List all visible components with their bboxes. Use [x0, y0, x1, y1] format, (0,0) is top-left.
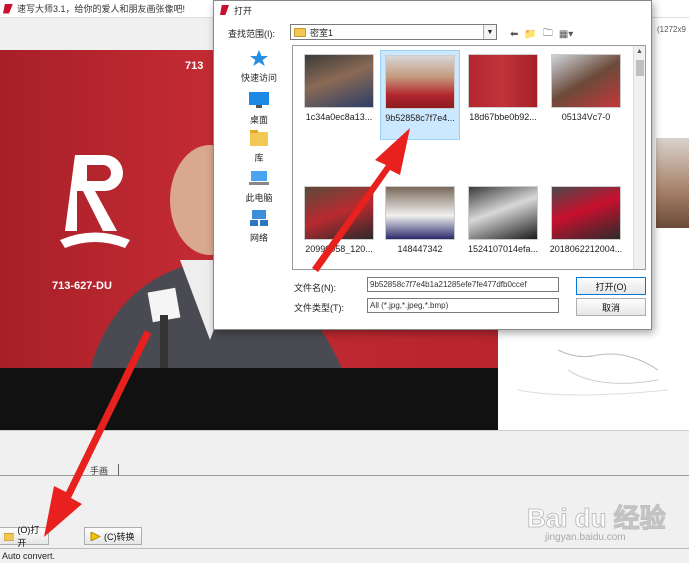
- place-label: 桌面: [249, 115, 268, 125]
- file-name: 05134Vc7-0: [561, 112, 611, 122]
- file-thumbnail: [304, 186, 374, 240]
- dialog-titlebar[interactable]: 打开: [214, 1, 651, 19]
- file-name: 18d67bbe0b92...: [469, 112, 537, 122]
- computer-icon: [249, 171, 269, 185]
- up-folder-icon[interactable]: 📁: [524, 29, 536, 40]
- chevron-down-icon[interactable]: ▼: [483, 25, 496, 39]
- look-in-combo[interactable]: 密室1 ▼: [290, 24, 497, 40]
- file-item[interactable]: 18d67bbe0b92...: [463, 50, 543, 140]
- folder-icon: [294, 27, 306, 37]
- watermark-subtext: jingyan.baidu.com: [545, 532, 626, 543]
- place-label: 此电脑: [245, 193, 273, 203]
- view-menu-icon[interactable]: ▦▾: [559, 29, 573, 40]
- file-item[interactable]: 20990058_120...: [299, 182, 379, 269]
- baidu-watermark: Bai du 经验 jingyan.baidu.com: [527, 496, 687, 552]
- app-window: 速写大师3.1，给你的爱人和朋友画张像吧! 713-627-DU 713 (12…: [0, 0, 689, 563]
- look-in-value: 密室1: [310, 27, 334, 38]
- sketch-preview: [498, 330, 689, 430]
- dialog-nav-toolbar: ⬅ 📁 🗀 ▦▾: [510, 26, 573, 43]
- place-network[interactable]: 网络: [226, 209, 292, 244]
- file-item[interactable]: 148447342: [380, 182, 460, 269]
- file-list: 1c34a0ec8a13... 9b52858c7f7e4... 18d67bb…: [292, 45, 646, 270]
- place-quick-access[interactable]: 快速访问: [226, 49, 292, 84]
- back-icon[interactable]: ⬅: [510, 29, 518, 40]
- network-icon: [250, 210, 268, 226]
- place-desktop[interactable]: 桌面: [226, 91, 292, 126]
- open-file-dialog: 打开 查找范围(I): 密室1 ▼ ⬅ 📁 🗀 ▦▾ 快速访问 桌面 库 此电脑…: [213, 0, 652, 330]
- star-icon: [250, 50, 268, 66]
- desktop-icon: [249, 92, 269, 108]
- file-type-select[interactable]: All (*.jpg,*.jpeg,*.bmp): [367, 298, 559, 313]
- file-thumbnail: [468, 54, 538, 108]
- new-folder-icon[interactable]: 🗀: [543, 26, 553, 43]
- library-icon: [250, 130, 268, 146]
- dialog-title: 打开: [234, 5, 253, 16]
- cancel-button[interactable]: 取消: [576, 298, 646, 316]
- file-name: 20990058_120...: [305, 244, 373, 254]
- file-name: 148447342: [397, 244, 443, 254]
- press-table: [0, 368, 498, 430]
- image-size-readout: (1272x9: [657, 25, 686, 34]
- watermark-text: Bai du 经验: [527, 503, 667, 534]
- file-name-input[interactable]: 9b52858c7f7e4b1a21285efe7fe477dfb0ccef: [367, 277, 559, 292]
- file-thumbnail: [551, 54, 621, 108]
- file-thumbnail: [385, 186, 455, 240]
- file-list-scrollbar[interactable]: ▲: [633, 46, 645, 269]
- file-name-label: 文件名(N):: [294, 283, 336, 293]
- play-icon: [90, 531, 101, 541]
- file-name: 9b52858c7f7e4...: [385, 113, 455, 123]
- scroll-up-icon[interactable]: ▲: [636, 48, 643, 55]
- place-library[interactable]: 库: [226, 129, 292, 164]
- scrollbar-thumb[interactable]: [636, 60, 644, 76]
- open-confirm-button[interactable]: 打开(O): [576, 277, 646, 295]
- file-thumbnail: [468, 186, 538, 240]
- look-in-label: 查找范围(I):: [228, 29, 275, 39]
- app-logo-icon: [3, 3, 13, 14]
- convert-button-label: (C)转换: [104, 531, 135, 542]
- dialog-app-icon: [220, 5, 229, 15]
- place-label: 快速访问: [240, 73, 277, 83]
- backdrop-phone-text-top: 713: [185, 60, 204, 72]
- open-button-label: (O)打开: [17, 525, 40, 548]
- file-item[interactable]: 05134Vc7-0: [546, 50, 626, 140]
- file-item[interactable]: 1c34a0ec8a13...: [299, 50, 379, 140]
- place-label: 库: [254, 153, 264, 163]
- file-name: 2018062212004...: [549, 244, 623, 254]
- file-item[interactable]: 2018062212004...: [546, 182, 626, 269]
- file-thumbnail: [304, 54, 374, 108]
- file-name: 1524107014efa...: [467, 244, 539, 254]
- place-label: 网络: [249, 233, 268, 243]
- folder-icon: [4, 532, 15, 541]
- file-thumbnail: [551, 186, 621, 240]
- file-type-label: 文件类型(T):: [294, 303, 344, 313]
- file-item[interactable]: 1524107014efa...: [463, 182, 543, 269]
- places-bar: 快速访问 桌面 库 此电脑 网络: [226, 45, 292, 270]
- file-thumbnail: [385, 55, 455, 109]
- open-button[interactable]: (O)打开: [0, 525, 49, 548]
- tab-hand-draw[interactable]: 手画: [90, 464, 108, 477]
- app-title: 速写大师3.1，给你的爱人和朋友画张像吧!: [17, 4, 186, 14]
- file-name: 1c34a0ec8a13...: [305, 112, 373, 122]
- convert-button[interactable]: (C)转换: [84, 527, 142, 545]
- file-item-selected[interactable]: 9b52858c7f7e4...: [380, 50, 460, 140]
- place-this-pc[interactable]: 此电脑: [226, 169, 292, 204]
- preview-thumbnail: [656, 138, 689, 228]
